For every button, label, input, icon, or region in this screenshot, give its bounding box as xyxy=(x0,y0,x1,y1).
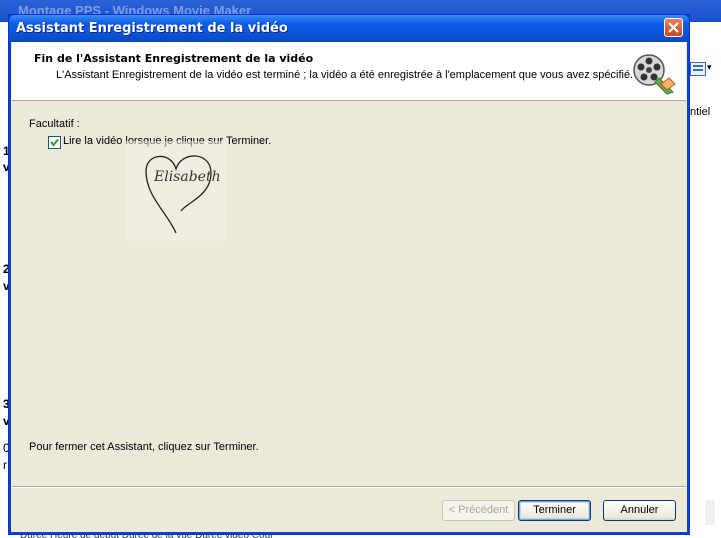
cancel-button[interactable]: Annuler xyxy=(603,500,676,521)
chevron-down-icon[interactable]: ▾ xyxy=(707,63,712,73)
footer-divider xyxy=(12,486,686,488)
background-scrollbar[interactable] xyxy=(705,500,715,525)
list-view-icon[interactable] xyxy=(690,62,706,76)
svg-text:Elisabeth: Elisabeth xyxy=(153,169,221,185)
save-video-wizard-dialog: Assistant Enregistrement de la vidéo Fin… xyxy=(8,14,690,535)
previous-button[interactable]: < Précédent xyxy=(442,500,515,521)
signature-watermark: Elisabeth xyxy=(126,141,226,241)
checkmark-icon xyxy=(50,138,59,147)
play-video-checkbox[interactable] xyxy=(48,136,61,149)
wizard-content: Facultatif : Lire la vidéo lorsque je cl… xyxy=(12,101,686,485)
background-side-item: r xyxy=(3,458,7,472)
close-button[interactable] xyxy=(664,18,683,37)
film-reel-icon xyxy=(633,54,676,95)
finish-button[interactable]: Terminer xyxy=(518,500,591,521)
close-icon xyxy=(668,22,679,33)
wizard-header: Fin de l'Assistant Enregistrement de la … xyxy=(12,42,686,101)
optional-label: Facultatif : xyxy=(29,118,80,130)
close-hint-text: Pour fermer cet Assistant, cliquez sur T… xyxy=(29,441,259,453)
wizard-header-subtitle: L'Assistant Enregistrement de la vidéo e… xyxy=(56,69,634,81)
dialog-titlebar[interactable]: Assistant Enregistrement de la vidéo xyxy=(9,15,689,42)
dialog-title: Assistant Enregistrement de la vidéo xyxy=(16,21,288,36)
wizard-header-title: Fin de l'Assistant Enregistrement de la … xyxy=(34,52,314,65)
background-partial-text: ntiel xyxy=(690,106,711,118)
